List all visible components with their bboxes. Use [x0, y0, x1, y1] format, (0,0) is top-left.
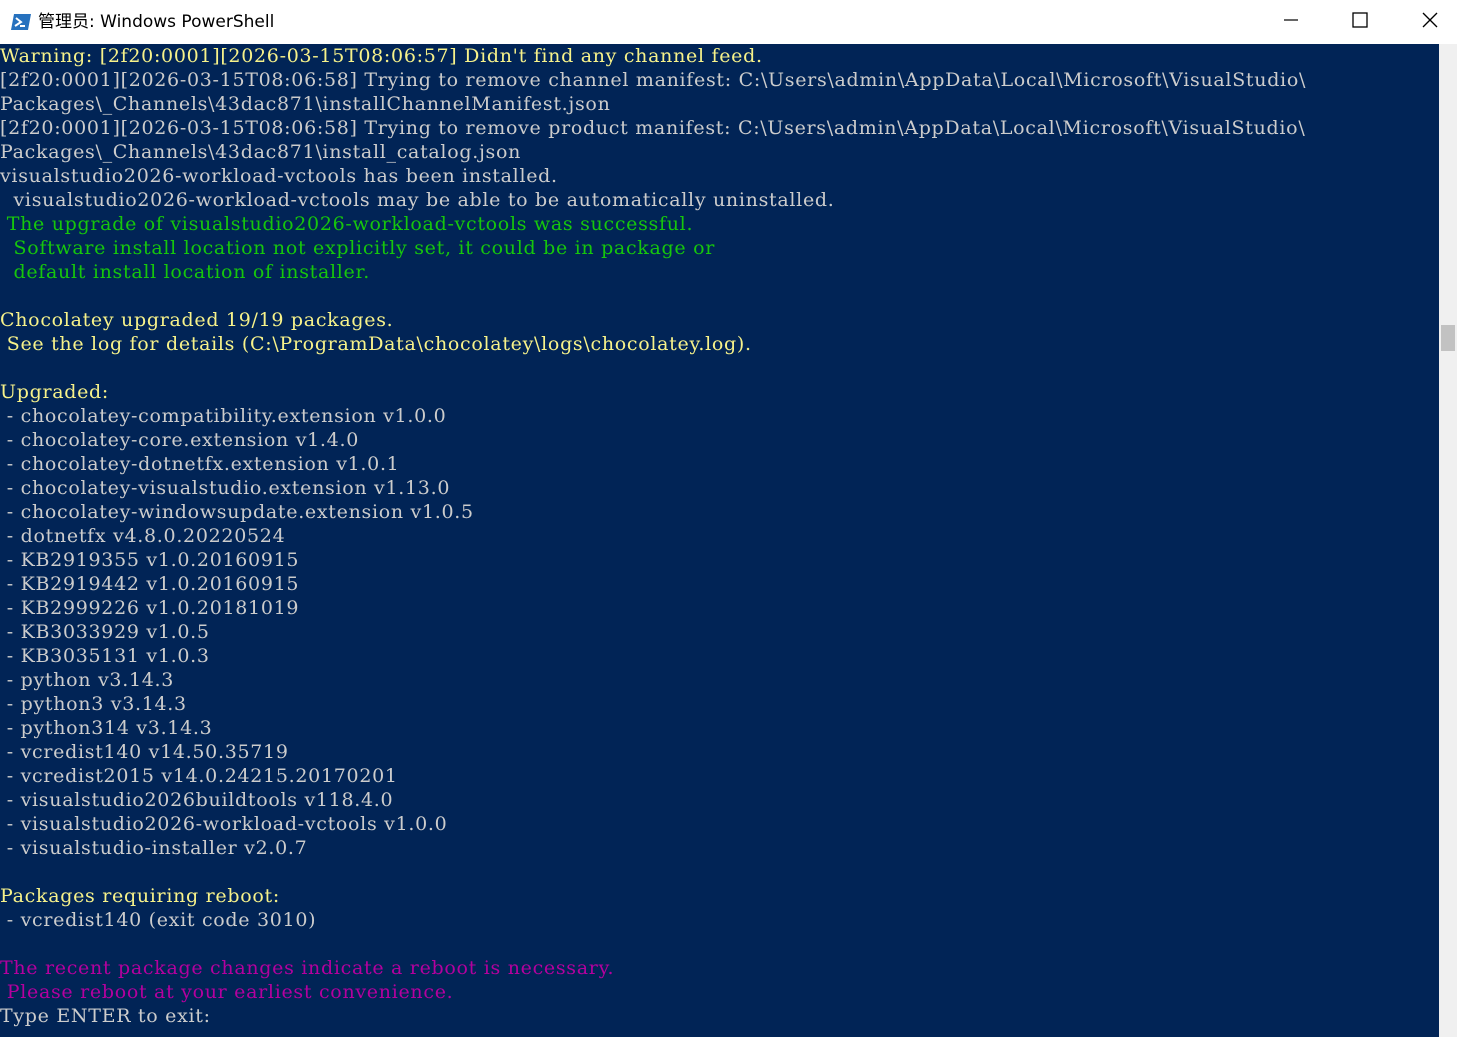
minimize-icon — [1284, 13, 1298, 32]
console-line: - chocolatey-core.extension v1.4.0 — [0, 429, 359, 451]
console-line: Packages\_Channels\43dac871\installChann… — [0, 93, 611, 115]
console-line: The upgrade of visualstudio2026-workload… — [0, 213, 694, 235]
console-line: [2f20:0001][2026-03-15T08:06:58] Trying … — [0, 117, 1306, 139]
console-line: - python3 v3.14.3 — [0, 693, 187, 715]
console-line: - python314 v3.14.3 — [0, 717, 213, 739]
console-line: - KB3033929 v1.0.5 — [0, 621, 210, 643]
console-line: - chocolatey-dotnetfx.extension v1.0.1 — [0, 453, 400, 475]
console-output[interactable]: Warning: [2f20:0001][2026-03-15T08:06:57… — [0, 44, 1439, 1037]
console-line: Software install location not explicitly… — [0, 237, 716, 259]
console-line: - vcredist2015 v14.0.24215.20170201 — [0, 765, 398, 787]
maximize-button[interactable] — [1325, 0, 1395, 44]
close-icon — [1422, 12, 1438, 33]
console-line: visualstudio2026-workload-vctools has be… — [0, 165, 558, 187]
console-line: - python v3.14.3 — [0, 669, 175, 691]
console-line: - visualstudio2026-workload-vctools v1.0… — [0, 813, 448, 835]
console-line: [2f20:0001][2026-03-15T08:06:58] Trying … — [0, 69, 1307, 91]
maximize-icon — [1352, 11, 1368, 33]
vertical-scrollbar[interactable] — [1439, 44, 1457, 1037]
console-line: - KB2999226 v1.0.20181019 — [0, 597, 300, 619]
console-line: Packages requiring reboot: — [0, 885, 280, 907]
console-line: - chocolatey-windowsupdate.extension v1.… — [0, 501, 474, 523]
console-line: Chocolatey upgraded 19/19 packages. — [0, 309, 394, 331]
console-line: - KB2919355 v1.0.20160915 — [0, 549, 300, 571]
console-line: - KB3035131 v1.0.3 — [0, 645, 210, 667]
console-line: Warning: [2f20:0001][2026-03-15T08:06:57… — [0, 45, 763, 67]
console-line: - vcredist140 (exit code 3010) — [0, 909, 317, 931]
console-line: The recent package changes indicate a re… — [0, 957, 615, 979]
console-line: Upgraded: — [0, 381, 110, 403]
console-line: Please reboot at your earliest convenien… — [0, 981, 454, 1003]
console-line: visualstudio2026-workload-vctools may be… — [0, 189, 835, 211]
window-title: 管理员: Windows PowerShell — [38, 12, 275, 32]
console-line: - chocolatey-compatibility.extension v1.… — [0, 405, 447, 427]
console-line: - chocolatey-visualstudio.extension v1.1… — [0, 477, 451, 499]
minimize-button[interactable] — [1256, 0, 1326, 44]
console-line: - visualstudio-installer v2.0.7 — [0, 837, 308, 859]
console-line: - dotnetfx v4.8.0.20220524 — [0, 525, 286, 547]
close-button[interactable] — [1395, 0, 1457, 44]
console-line: Type ENTER to exit: — [0, 1005, 211, 1027]
powershell-icon — [10, 11, 32, 33]
console-line: default install location of installer. — [0, 261, 370, 283]
console-line: See the log for details (C:\ProgramData\… — [0, 333, 752, 355]
console-line: - KB2919442 v1.0.20160915 — [0, 573, 300, 595]
console-line: - vcredist140 v14.50.35719 — [0, 741, 289, 763]
scrollbar-thumb[interactable] — [1441, 325, 1455, 351]
console-line: - visualstudio2026buildtools v118.4.0 — [0, 789, 394, 811]
title-bar[interactable]: 管理员: Windows PowerShell — [0, 0, 1457, 44]
console-line: Packages\_Channels\43dac871\install_cata… — [0, 141, 522, 163]
